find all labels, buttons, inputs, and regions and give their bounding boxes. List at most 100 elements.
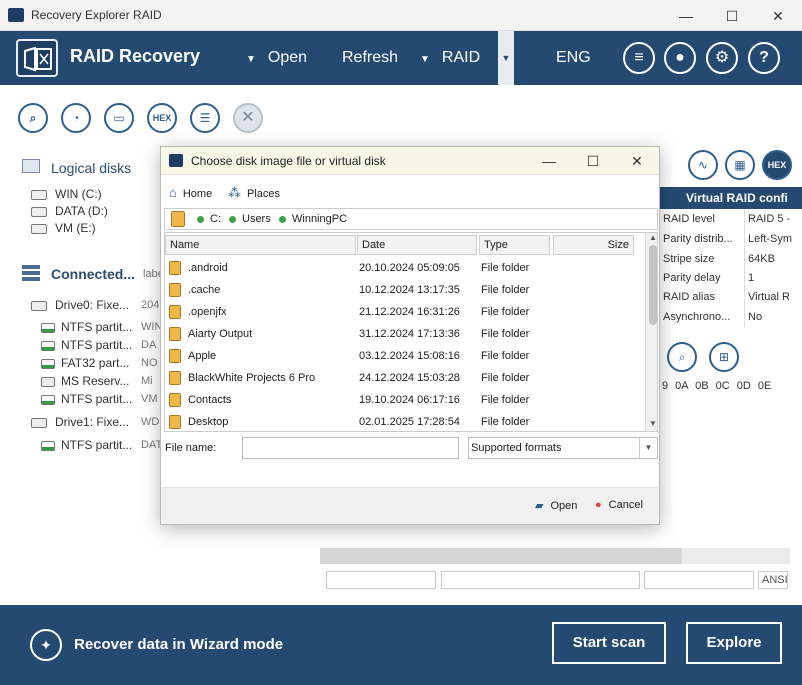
menu-raid[interactable]: ▼ RAID <box>420 49 480 67</box>
magic-wand-icon[interactable]: ✦ <box>30 629 62 661</box>
drive-label: Drive0: Fixe... <box>55 298 130 312</box>
wizard-mode-link[interactable]: Recover data in Wizard mode <box>74 636 283 653</box>
file-row[interactable]: .android 20.10.2024 05:09:05 File folder <box>165 257 645 279</box>
dialog-minimize-button[interactable]: — <box>527 149 571 173</box>
drive-label: Drive1: Fixe... <box>55 415 130 429</box>
search-icon[interactable]: ⌕ <box>18 103 48 133</box>
maximize-button[interactable]: ☐ <box>710 4 754 28</box>
file-row[interactable]: .cache 10.12.2024 13:17:35 File folder <box>165 279 645 301</box>
raid-param-row: RAID level RAID 5 - <box>660 209 802 229</box>
partition-item[interactable]: NTFS partit... <box>41 320 132 334</box>
file-date: 19.10.2024 06:17:16 <box>359 394 460 406</box>
drive-icon <box>31 223 47 234</box>
drive-item[interactable]: Drive1: Fixe... <box>31 415 129 429</box>
language-selector[interactable]: ENG <box>556 49 591 67</box>
partition-icon <box>41 394 55 405</box>
partition-label: FAT32 part... <box>61 356 130 370</box>
file-row[interactable]: Desktop 02.01.2025 17:28:54 File folder <box>165 411 645 431</box>
cancel-button[interactable]: ● Cancel <box>595 499 643 511</box>
partition-item[interactable]: NTFS partit... <box>41 392 132 406</box>
chart-icon[interactable]: ▦ <box>725 150 755 180</box>
dialog-footer: ▰ Open ● Cancel <box>161 487 659 524</box>
disk-image-icon[interactable]: ▭ <box>104 103 134 133</box>
minimize-button[interactable]: — <box>664 4 708 28</box>
partition-side-value: DA <box>141 339 157 351</box>
dialog-close-button[interactable]: ✕ <box>615 149 659 173</box>
help-icon[interactable]: ? <box>748 42 780 74</box>
folder-icon <box>169 349 181 364</box>
brand-title: RAID Recovery <box>70 46 201 66</box>
param-key: Asynchrono... <box>663 311 731 323</box>
partition-item[interactable]: FAT32 part... <box>41 356 129 370</box>
logical-disk-item[interactable]: VM (E:) <box>31 221 96 235</box>
file-row[interactable]: .openjfx 21.12.2024 16:31:26 File folder <box>165 301 645 323</box>
chart-icon[interactable]: ◔ <box>61 103 91 133</box>
menu-open[interactable]: ▼ Open <box>246 49 307 67</box>
grid-icon[interactable]: ⊞ <box>709 342 739 372</box>
hex-view-button[interactable]: HEX <box>762 150 792 180</box>
search-icon[interactable]: ⌕ <box>667 342 697 372</box>
hard-drive-icon <box>31 417 47 428</box>
partition-item[interactable]: NTFS partit... <box>41 438 132 452</box>
hex-button[interactable]: HEX <box>147 103 177 133</box>
folder-icon <box>169 393 181 408</box>
list-icon[interactable]: ☰ <box>190 103 220 133</box>
close-button[interactable]: ✕ <box>756 4 800 28</box>
logical-disk-item[interactable]: DATA (D:) <box>31 204 108 218</box>
open-button[interactable]: ▰ Open <box>535 499 577 512</box>
chevron-down-icon: ▼ <box>246 54 256 65</box>
logical-disk-item[interactable]: WIN (C:) <box>31 187 102 201</box>
file-name-input[interactable] <box>242 437 459 459</box>
start-scan-button[interactable]: Start scan <box>552 622 666 664</box>
menu-refresh[interactable]: Refresh <box>342 49 398 67</box>
log-icon[interactable]: ≡ <box>623 42 655 74</box>
file-list-scrollbar[interactable]: ▲ ▼ <box>645 233 657 431</box>
file-list: Name Date Type Size .android 20.10.2024 0… <box>164 232 658 432</box>
waveform-icon[interactable]: ∿ <box>688 150 718 180</box>
raid-param-row: Parity delay 1 <box>660 268 802 288</box>
chevron-down-icon: ▼ <box>420 54 430 65</box>
folder-icon <box>169 283 181 298</box>
chevron-down-icon[interactable]: ▼ <box>646 419 657 428</box>
param-value: Left-Sym <box>744 229 802 249</box>
column-header-date[interactable]: Date <box>357 235 477 255</box>
file-row[interactable]: Apple 03.12.2024 15:08:16 File folder <box>165 345 645 367</box>
partition-item[interactable]: MS Reserv... <box>41 374 129 388</box>
file-row[interactable]: Aiarty Output 31.12.2024 17:13:36 File fol… <box>165 323 645 345</box>
param-key: Parity delay <box>663 272 721 284</box>
breadcrumb-item[interactable]: C: <box>197 209 221 229</box>
column-header-type[interactable]: Type <box>479 235 550 255</box>
gear-icon[interactable]: ⚙ <box>706 42 738 74</box>
partition-item[interactable]: NTFS partit... <box>41 338 132 352</box>
file-type-select[interactable]: Supported formats ▼ <box>468 437 658 459</box>
file-row[interactable]: Contacts 19.10.2024 06:17:16 File folder <box>165 389 645 411</box>
places-nav[interactable]: ⁂ Places <box>228 185 280 201</box>
file-type: File folder <box>481 372 530 384</box>
path-dot-icon <box>197 215 204 223</box>
folder-icon <box>169 415 181 430</box>
status-field <box>441 571 640 589</box>
home-nav[interactable]: ⌂ Home <box>169 185 212 200</box>
breadcrumb-item[interactable]: WinningPC <box>279 209 347 229</box>
folder-icon <box>169 371 181 386</box>
explore-button[interactable]: Explore <box>686 622 782 664</box>
user-icon[interactable]: ● <box>664 42 696 74</box>
hex-scrollbar[interactable] <box>320 548 790 564</box>
home-label: Home <box>182 188 213 200</box>
partition-label: NTFS partit... <box>61 392 133 406</box>
encoding-field[interactable]: ANSI <box>758 571 788 589</box>
raid-param-row: Asynchrono... No <box>660 307 802 327</box>
file-name: Aiarty Output <box>188 328 253 340</box>
column-header-size[interactable]: Size <box>553 235 634 255</box>
partition-side-value: NO <box>141 357 158 369</box>
dialog-maximize-button[interactable]: ☐ <box>571 149 615 173</box>
scroll-thumb[interactable] <box>649 245 657 325</box>
chevron-up-icon[interactable]: ▲ <box>646 233 657 242</box>
file-row[interactable]: BlackWhite Projects 6 Pro 24.12.2024 15:0… <box>165 367 645 389</box>
breadcrumb-item[interactable]: Users <box>229 209 271 229</box>
drive-item[interactable]: Drive0: Fixe... <box>31 298 129 312</box>
partition-icon <box>41 340 55 351</box>
column-header-name[interactable]: Name <box>165 235 356 255</box>
close-icon[interactable]: ✕ <box>233 103 263 133</box>
raid-dropdown-button[interactable]: ▼ <box>498 31 514 85</box>
